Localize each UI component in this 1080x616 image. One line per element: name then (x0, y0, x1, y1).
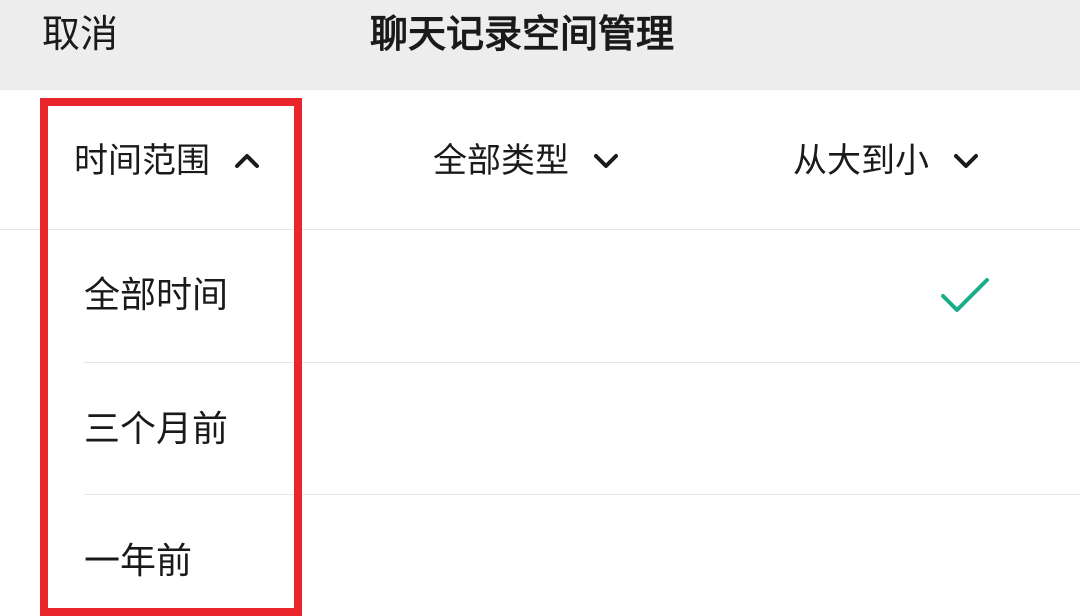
type-filter[interactable]: 全部类型 (433, 136, 621, 186)
divider (0, 229, 1080, 230)
time-option-one-year[interactable]: 一年前 (84, 540, 192, 584)
divider (84, 494, 1080, 495)
time-range-filter[interactable]: 时间范围 (74, 136, 262, 186)
checkmark-icon (940, 276, 990, 316)
chevron-down-icon (951, 146, 981, 176)
page-title: 聊天记录空间管理 (370, 12, 675, 56)
divider (84, 362, 1080, 363)
chevron-up-icon (232, 146, 262, 176)
type-filter-label: 全部类型 (433, 141, 569, 181)
time-option-all[interactable]: 全部时间 (84, 274, 228, 318)
cancel-button[interactable]: 取消 (42, 12, 118, 56)
sort-filter[interactable]: 从大到小 (793, 136, 981, 186)
chevron-down-icon (591, 146, 621, 176)
time-option-three-months[interactable]: 三个月前 (84, 408, 228, 452)
sort-filter-label: 从大到小 (793, 141, 929, 181)
time-range-label: 时间范围 (74, 141, 210, 181)
